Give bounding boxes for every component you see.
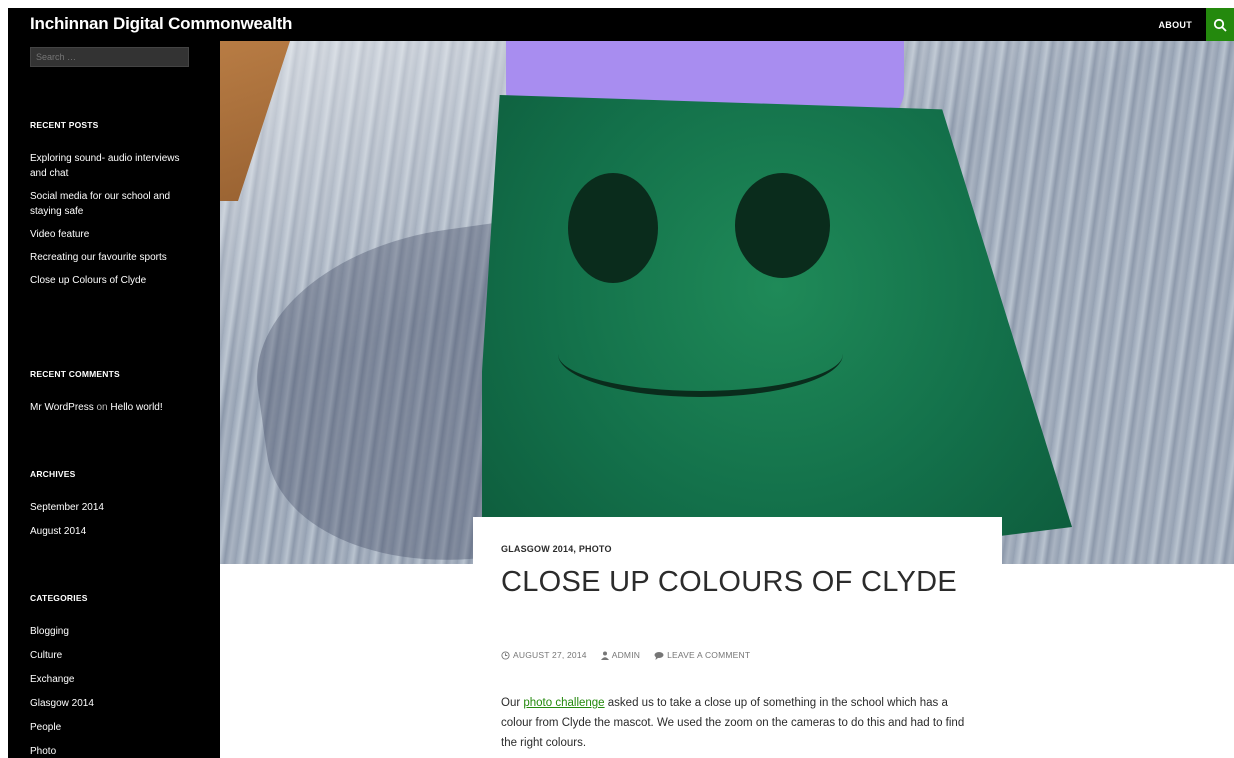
archive-link[interactable]: August 2014 — [30, 526, 86, 537]
entry-author[interactable]: ADMIN — [600, 650, 641, 660]
category-link[interactable]: Glasgow 2014 — [30, 698, 94, 709]
recent-post-link[interactable]: Recreating our favourite sports — [30, 252, 167, 263]
recent-post-link[interactable]: Social media for our school and staying … — [30, 191, 170, 217]
comment-on-text: on — [96, 402, 108, 413]
recent-post-link[interactable]: Exploring sound- audio interviews and ch… — [30, 153, 180, 179]
comment-author-link[interactable]: Mr WordPress — [30, 402, 94, 413]
site-header: Inchinnan Digital Commonwealth ABOUT — [8, 8, 1234, 41]
category-link[interactable]: Photo — [30, 746, 56, 757]
site-title[interactable]: Inchinnan Digital Commonwealth — [30, 14, 292, 34]
category-link[interactable]: Culture — [30, 650, 62, 661]
archives-list: September 2014 August 2014 — [30, 500, 200, 548]
entry-title[interactable]: CLOSE UP COLOURS OF CLYDE — [501, 566, 961, 599]
categories-list: Blogging Culture Exchange Glasgow 2014 P… — [30, 624, 200, 758]
body-text-before: Our — [501, 697, 524, 709]
category-link[interactable]: PHOTO — [579, 544, 612, 554]
entry-date[interactable]: AUGUST 27, 2014 — [501, 650, 587, 660]
image-right-eye — [735, 173, 830, 278]
category-link[interactable]: Exchange — [30, 674, 74, 685]
entry-meta: AUGUST 27, 2014 ADMIN LEAVE A COMMENT — [501, 650, 750, 660]
nav-item-about[interactable]: ABOUT — [1159, 20, 1193, 30]
recent-comments-title: RECENT COMMENTS — [30, 369, 120, 379]
recent-posts-title: RECENT POSTS — [30, 120, 99, 130]
archives-title: ARCHIVES — [30, 469, 76, 479]
entry-date-text: AUGUST 27, 2014 — [513, 650, 587, 660]
recent-post-link[interactable]: Close up Colours of Clyde — [30, 275, 146, 286]
category-link[interactable]: Blogging — [30, 626, 69, 637]
recent-comments-list: Mr WordPress on Hello world! — [30, 400, 200, 424]
search-input[interactable] — [30, 47, 189, 67]
image-wood-edge — [220, 41, 290, 201]
image-smile — [558, 311, 843, 397]
featured-image[interactable] — [220, 41, 1234, 564]
entry-categories: GLASGOW 2014, PHOTO — [501, 544, 612, 554]
entry-author-text: ADMIN — [611, 650, 641, 660]
sidebar: RECENT POSTS Exploring sound- audio inte… — [8, 41, 220, 758]
image-left-eye — [568, 173, 658, 283]
recent-post-link[interactable]: Video feature — [30, 229, 89, 240]
recent-comment-item: Mr WordPress on Hello world! — [30, 400, 200, 416]
category-link[interactable]: People — [30, 722, 61, 733]
article: GLASGOW 2014, PHOTO CLOSE UP COLOURS OF … — [473, 517, 1002, 758]
entry-comments-link[interactable]: LEAVE A COMMENT — [654, 650, 750, 660]
comment-icon — [654, 651, 664, 660]
search-icon — [1213, 18, 1227, 32]
category-link[interactable]: GLASGOW 2014 — [501, 544, 573, 554]
archive-link[interactable]: September 2014 — [30, 502, 104, 513]
search-toggle-button[interactable] — [1206, 8, 1234, 41]
entry-comments-text: LEAVE A COMMENT — [667, 650, 751, 660]
clock-icon — [501, 650, 510, 660]
recent-posts-list: Exploring sound- audio interviews and ch… — [30, 151, 200, 296]
entry-content: Our photo challenge asked us to take a c… — [501, 693, 971, 753]
user-icon — [600, 651, 609, 660]
categories-title: CATEGORIES — [30, 593, 88, 603]
photo-challenge-link[interactable]: photo challenge — [523, 697, 604, 709]
comment-post-link[interactable]: Hello world! — [110, 402, 162, 413]
